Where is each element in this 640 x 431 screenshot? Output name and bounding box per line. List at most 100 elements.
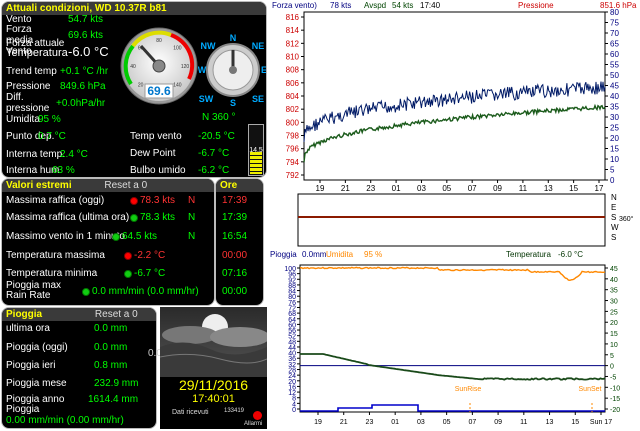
rain-last-hour-value: 0.0 mm (94, 323, 128, 334)
extreme-value: 78.3 kts (140, 195, 176, 206)
alarm-icon[interactable] (253, 411, 262, 420)
pressure-label: Pressione (6, 81, 51, 92)
extreme-indicator-icon (124, 252, 132, 260)
y2-tick-label: 50 (610, 71, 619, 80)
extreme-label: Temperatura minima (6, 268, 98, 279)
y2-tick-label: 40 (610, 277, 618, 284)
y2-tick-label: -10 (610, 385, 620, 392)
x-tick-label: 07 (468, 419, 476, 426)
wind-pressure-chart: Forza vento) 78 kts Avspd 54 kts 17:40 Pressi… (268, 0, 640, 196)
wind-chill-value: -20.5 °C (198, 131, 235, 142)
y2-tick-label: 25 (610, 309, 618, 316)
y-tick-label: 796 (286, 145, 300, 154)
temperature-label: Temperatura (6, 47, 68, 59)
extreme-indicator-icon (82, 288, 90, 296)
plot-area (303, 11, 606, 181)
rain-today-label: Pioggia (oggi) (6, 342, 68, 353)
compass-s: S (230, 98, 236, 108)
sunset-label: SunSet (579, 386, 602, 393)
avg-wind-value: 69.6 kts (68, 30, 104, 41)
clock-panel: 29/11/2016 17:40:01 Dati ricevuti 133419… (160, 307, 267, 429)
chart-series-label: Avspd (364, 1, 386, 10)
rain-reset[interactable]: Reset a 0 (95, 309, 138, 320)
y2-tick-label: 45 (610, 82, 619, 91)
battery-indicator: 14.5 (248, 124, 264, 176)
y-tick-label: 812 (286, 39, 300, 48)
y2-tick-label: 30 (610, 299, 618, 306)
wet-bulb-label: Bulbo umido (130, 165, 186, 176)
x-tick-label: 05 (443, 419, 451, 426)
wind-direction-value: N 360 ° (202, 112, 236, 123)
y-tick-label: 816 (286, 13, 300, 22)
extremes-title-text: Valori estremi (6, 180, 72, 191)
y2-tick-label: 45 (610, 266, 618, 273)
y-tick-label: 794 (286, 158, 300, 167)
rain-rate-value: 0.00 mm/min (0.00 mm/hr) (6, 415, 124, 426)
extreme-label: Massima raffica (oggi) (6, 195, 105, 206)
extreme-value: 64.5 kts (122, 231, 158, 242)
temp-trend-label: Trend temp (6, 66, 57, 77)
extreme-label: Pioggia max Rain Rate (6, 280, 62, 301)
x-tick-label: 09 (494, 419, 502, 426)
rain-last-hour-label: ultima ora (6, 323, 50, 334)
indoor-temp-label: Interna temp. (6, 149, 65, 160)
x-tick-label: 19 (314, 419, 322, 426)
extremes-title: Valori estremi Reset a 0 (2, 179, 214, 192)
data-received-label: Dati ricevuti (172, 409, 209, 416)
compass-e: E (261, 65, 267, 75)
extreme-indicator-icon (112, 233, 120, 241)
humidity-temperature-chart: Pioggia 0.0mm Umidita 95 % Temperatura -6.0 °… (268, 250, 640, 431)
extreme-direction: N (188, 212, 196, 223)
chart-series-value: 0.0mm (302, 250, 327, 259)
y2-tick-label: 5 (610, 353, 614, 360)
y-tick-label: 810 (286, 53, 300, 62)
compass-sw: SW (199, 94, 214, 104)
dew-point-2-label: Dew Point (130, 148, 176, 159)
current-conditions-panel: Attuali condizioni, WD 10.37R b81 Vento … (1, 1, 267, 178)
clock-time: 17:40:01 (192, 393, 235, 405)
x-tick-label: 23 (366, 419, 374, 426)
y2-tick-label: 40 (610, 92, 619, 101)
current-conditions-title: Attuali condizioni, WD 10.37R b81 (2, 2, 266, 15)
pressure-diff-label: Diff. pressione (6, 92, 50, 114)
y2-tick-label: 10 (610, 155, 619, 164)
extremes-time-panel: Ore 17:39 17:39 16:54 00:00 07:16 00:00 (215, 178, 264, 306)
direction-axis-label: W (611, 223, 619, 232)
y2-tick-label: 80 (610, 8, 619, 17)
extreme-time: 00:00 (222, 250, 248, 261)
rain-title: Pioggia Reset a 0 (2, 308, 156, 321)
compass-w: W (198, 65, 207, 75)
direction-axis-label: E (611, 203, 616, 212)
x-tick-label: 03 (417, 419, 425, 426)
y2-tick-label: 20 (610, 134, 619, 143)
y-tick-label: 814 (286, 26, 300, 35)
y2-tick-label: 55 (610, 61, 619, 70)
y-tick-label: 804 (286, 92, 300, 101)
gauge-tick-label: 40 (130, 64, 136, 70)
chart-series-label: Forza vento) (272, 1, 317, 10)
extreme-label: Massimo vento in 1 minuto (6, 231, 125, 242)
extreme-time: 16:54 (222, 231, 248, 242)
y2-tick-label: 0 (610, 364, 614, 371)
extreme-value: 0.0 mm/min (0.0 mm/hr) (92, 286, 199, 297)
rain-year-value: 1614.4 mm (88, 394, 139, 405)
gauge-tick-label: 140 (173, 82, 182, 88)
y2-tick-label: 25 (610, 124, 619, 133)
extremes-reset[interactable]: Reset a 0 (104, 180, 147, 191)
y2-tick-label: 70 (610, 29, 619, 38)
compass-ne: NE (252, 41, 265, 51)
y-tick-label: 802 (286, 105, 300, 114)
gauge-tick-label: 100 (173, 46, 182, 52)
wind-value: 54.7 kts (68, 14, 104, 25)
extreme-label: Massima raffica (ultima ora) (6, 212, 130, 223)
chart-series-value: 54 kts (392, 1, 413, 10)
chart-series-label: Umidita (326, 250, 354, 259)
y2-tick-label: -15 (610, 396, 620, 403)
compass-nw: NW (201, 41, 216, 51)
wet-bulb-value: -6.2 °C (198, 165, 230, 176)
y-tick-label: 0 (292, 407, 296, 414)
y2-tick-label: -5 (610, 374, 616, 381)
extreme-time: 07:16 (222, 268, 248, 279)
humidity-value: 95 % (38, 114, 61, 125)
x-tick-label: 01 (391, 419, 399, 426)
